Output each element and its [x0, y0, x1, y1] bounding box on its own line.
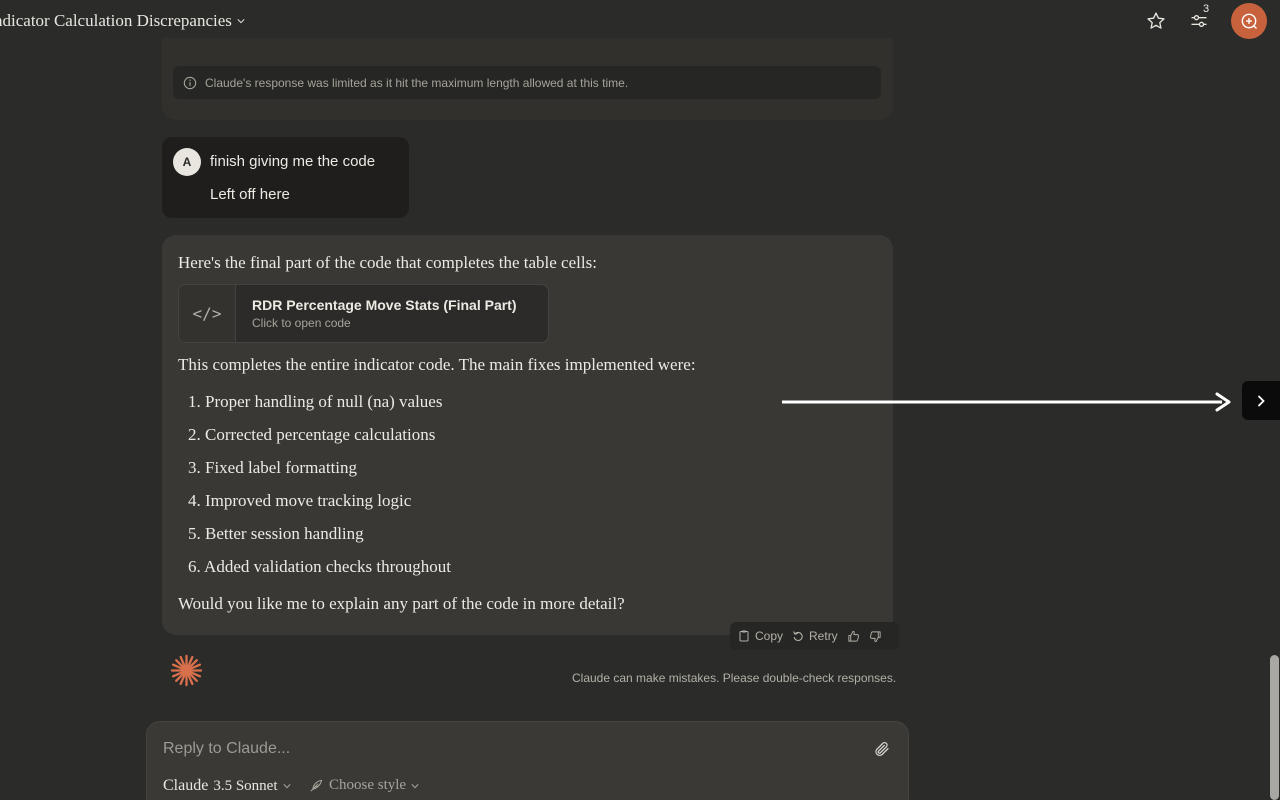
assistant-summary-text: This completes the entire indicator code… — [178, 355, 696, 374]
top-bar: ndicator Calculation Discrepancies 3 — [0, 0, 1280, 42]
open-side-panel-button[interactable] — [1242, 381, 1280, 420]
list-item: 3. Fixed label formatting — [188, 458, 358, 477]
annotation-arrow-icon — [782, 392, 1231, 412]
retry-button[interactable]: Retry — [792, 629, 838, 643]
list-item: 6. Added validation checks throughout — [188, 557, 451, 576]
conversation-title-menu[interactable]: ndicator Calculation Discrepancies — [0, 11, 245, 31]
chevron-down-icon — [411, 783, 419, 788]
thumbs-up-icon — [848, 630, 859, 642]
list-item: 1. Proper handling of null (na) values — [188, 392, 443, 411]
claude-spark-icon — [170, 654, 203, 687]
scrollbar-thumb[interactable] — [1270, 655, 1279, 800]
assistant-message: Here's the final part of the code that c… — [162, 235, 893, 635]
copy-label: Copy — [755, 629, 784, 643]
chevron-right-icon — [1258, 395, 1265, 406]
copy-icon — [739, 630, 749, 642]
code-icon: </> — [179, 285, 236, 342]
assistant-intro-text: Here's the final part of the code that c… — [178, 253, 597, 272]
list-item: 4. Improved move tracking logic — [188, 491, 412, 510]
user-message: A finish giving me the code Left off her… — [162, 137, 409, 218]
disclaimer-text: Claude can make mistakes. Please double-… — [572, 671, 897, 685]
thumbs-down-icon — [869, 630, 881, 642]
info-icon — [183, 76, 197, 89]
artifact-subtitle: Click to open code — [252, 316, 351, 330]
model-selector[interactable]: Claude 3.5 Sonnet — [163, 777, 291, 795]
thumbs-up-button[interactable] — [847, 630, 860, 643]
user-message-line: Left off here — [210, 186, 290, 203]
retry-icon — [793, 631, 803, 641]
user-avatar: A — [173, 148, 201, 176]
style-label: Choose style — [329, 777, 407, 793]
user-message-line: finish giving me the code — [210, 153, 376, 170]
retry-label: Retry — [809, 629, 838, 643]
style-selector[interactable]: Choose style — [309, 777, 419, 794]
list-item: 2. Corrected percentage calculations — [188, 425, 436, 444]
thumbs-down-button[interactable] — [869, 630, 882, 643]
list-item: 5. Better session handling — [188, 524, 364, 543]
reply-composer: Claude 3.5 Sonnet Choose style — [146, 721, 909, 800]
assistant-question-text: Would you like me to explain any part of… — [178, 594, 625, 613]
settings-count-badge: 3 — [1203, 3, 1210, 15]
model-name: Claude — [163, 777, 209, 794]
feather-pen-icon — [310, 779, 323, 792]
attach-button[interactable] — [873, 740, 891, 763]
reply-input[interactable] — [163, 738, 843, 760]
star-icon — [1147, 12, 1165, 29]
copy-button[interactable]: Copy — [738, 629, 783, 643]
artifact-title: RDR Percentage Move Stats (Final Part) — [252, 297, 517, 313]
code-artifact-card[interactable]: </> RDR Percentage Move Stats (Final Par… — [178, 284, 549, 343]
paperclip-icon — [875, 742, 889, 756]
chevron-down-icon — [237, 19, 245, 24]
message-actions: Copy Retry — [730, 622, 899, 650]
chevron-down-icon — [282, 784, 291, 789]
new-chat-button[interactable] — [1231, 3, 1267, 39]
star-button[interactable] — [1143, 8, 1169, 34]
fixes-list: 1. Proper handling of null (na) values 2… — [188, 392, 451, 590]
new-chat-icon — [1241, 13, 1258, 30]
length-limit-text: Claude's response was limited as it hit … — [205, 75, 629, 90]
model-version: 3.5 Sonnet — [213, 777, 278, 794]
conversation-title: ndicator Calculation Discrepancies — [0, 11, 232, 30]
length-limit-notice: Claude's response was limited as it hit … — [173, 66, 881, 99]
